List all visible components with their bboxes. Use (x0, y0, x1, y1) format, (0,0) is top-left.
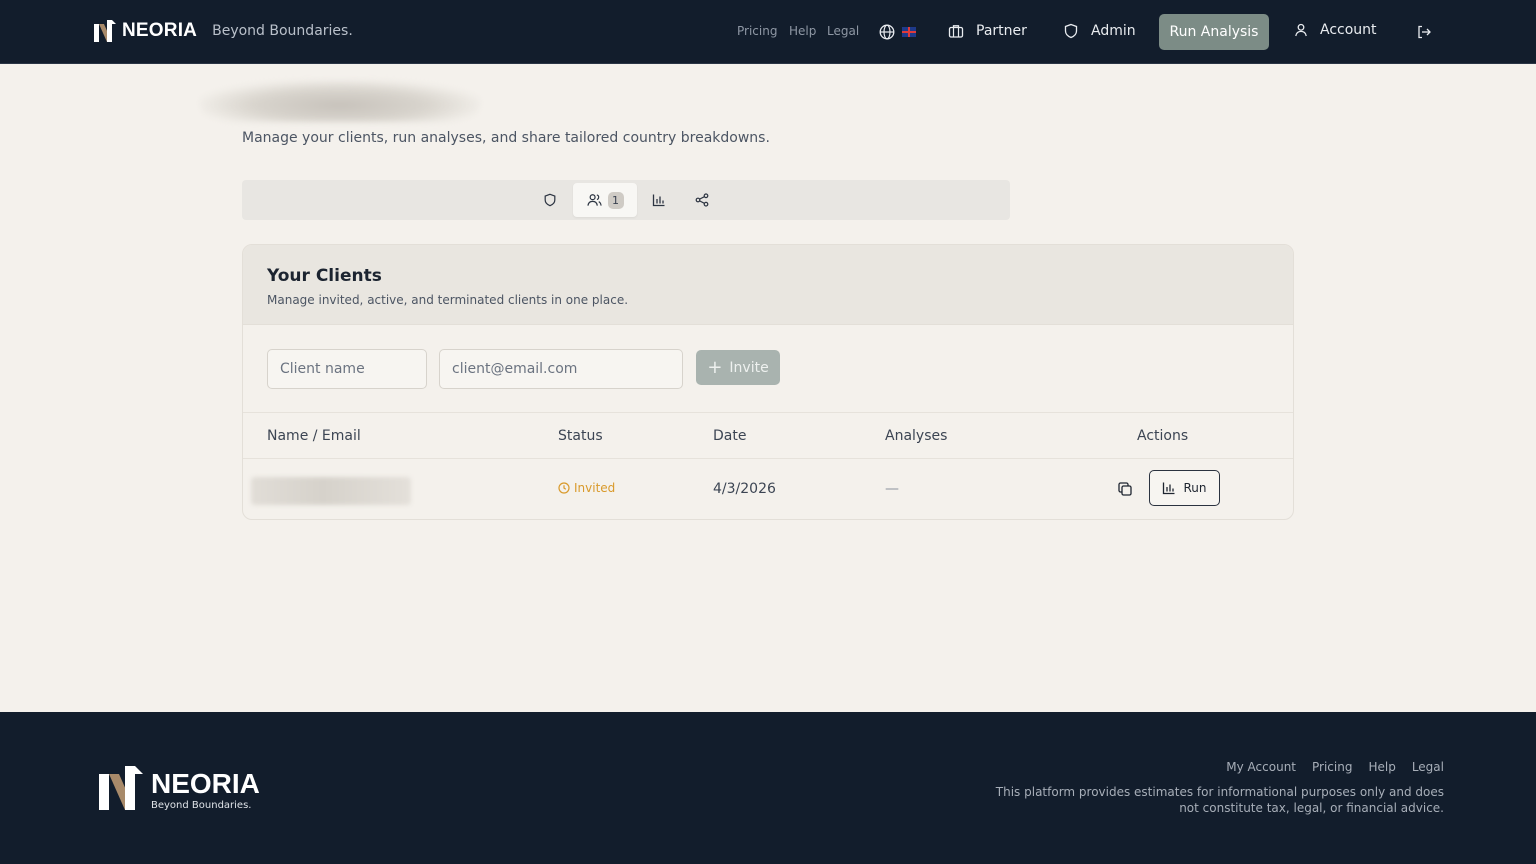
admin-label: Admin (1091, 23, 1136, 39)
nav-help-link[interactable]: Help (789, 24, 816, 38)
analyses-count: — (885, 481, 899, 497)
status-badge: Invited (558, 481, 615, 495)
run-label: Run (1183, 481, 1207, 495)
clients-card-description: Manage invited, active, and terminated c… (267, 293, 629, 307)
clock-icon (558, 482, 570, 494)
clients-count-badge: 1 (607, 191, 624, 209)
tab-security[interactable] (536, 183, 564, 217)
status-label: Invited (574, 481, 616, 495)
copy-icon[interactable] (1117, 481, 1133, 497)
user-icon (1295, 23, 1307, 37)
invite-label: Invite (729, 359, 769, 376)
partner-label: Partner (976, 23, 1027, 39)
clients-card-title: Your Clients (267, 266, 382, 286)
footer-logo[interactable]: NEORIA Beyond Boundaries. (96, 762, 260, 814)
briefcase-icon (948, 25, 964, 38)
footer-links: My Account Pricing Help Legal (1226, 760, 1444, 774)
dashboard-tabs: 1 (242, 180, 1010, 220)
tab-clients[interactable]: 1 (573, 183, 637, 217)
column-header-analyses[interactable]: Analyses (885, 428, 947, 444)
table-divider (243, 412, 1293, 413)
run-client-analysis-button[interactable]: Run (1149, 470, 1220, 506)
globe-icon (879, 24, 895, 40)
footer-link-pricing[interactable]: Pricing (1312, 760, 1352, 774)
uk-flag-icon (902, 27, 916, 37)
table-header-divider (243, 458, 1293, 459)
invite-button[interactable]: + Invite (696, 350, 780, 385)
clients-card-header: Your Clients Manage invited, active, and… (243, 245, 1293, 325)
nav-legal-link[interactable]: Legal (827, 24, 859, 38)
footer-link-help[interactable]: Help (1368, 760, 1395, 774)
share-icon (695, 193, 709, 207)
footer-link-legal[interactable]: Legal (1412, 760, 1444, 774)
partner-link[interactable]: Partner (948, 23, 1027, 39)
clients-card: Your Clients Manage invited, active, and… (242, 244, 1294, 520)
client-name-redacted (251, 477, 411, 505)
bar-chart-icon (652, 194, 665, 207)
brand-tagline: Beyond Boundaries. (212, 23, 353, 39)
language-selector[interactable] (879, 24, 916, 40)
page-title-redacted (200, 80, 480, 122)
page-subtitle: Manage your clients, run analyses, and s… (242, 130, 770, 146)
footer-tagline: Beyond Boundaries. (151, 800, 252, 811)
invite-date: 4/3/2026 (713, 481, 776, 497)
bar-chart-icon (1163, 482, 1175, 495)
top-navigation-bar: NEORIA Beyond Boundaries. Pricing Help L… (0, 0, 1536, 64)
neoria-logo-icon (99, 766, 143, 810)
client-email-input[interactable] (439, 349, 683, 389)
brand-name: NEORIA (122, 20, 198, 41)
footer-link-my-account[interactable]: My Account (1226, 760, 1296, 774)
neoria-logo-icon (94, 20, 116, 42)
users-icon (586, 194, 602, 206)
account-label: Account (1320, 22, 1377, 38)
tab-analytics[interactable] (645, 183, 673, 217)
column-header-name[interactable]: Name / Email (267, 428, 361, 444)
column-header-actions: Actions (1137, 428, 1189, 444)
logout-icon[interactable] (1416, 24, 1432, 40)
account-link[interactable]: Account (1294, 22, 1377, 38)
client-name-input[interactable] (267, 349, 427, 389)
footer-disclaimer: This platform provides estimates for inf… (995, 785, 1444, 815)
run-analysis-button[interactable]: Run Analysis (1159, 14, 1269, 50)
tab-share[interactable] (688, 183, 716, 217)
shield-icon (1064, 23, 1078, 39)
shield-icon (544, 193, 556, 207)
footer-brand-name: NEORIA (151, 768, 260, 799)
nav-pricing-link[interactable]: Pricing (737, 24, 777, 38)
column-header-date[interactable]: Date (713, 428, 746, 444)
plus-icon: + (707, 356, 723, 378)
admin-link[interactable]: Admin (1063, 23, 1136, 39)
column-header-status[interactable]: Status (558, 428, 603, 444)
site-footer: NEORIA Beyond Boundaries. My Account Pri… (0, 712, 1536, 864)
brand-logo[interactable]: NEORIA Beyond Boundaries. (93, 18, 353, 44)
